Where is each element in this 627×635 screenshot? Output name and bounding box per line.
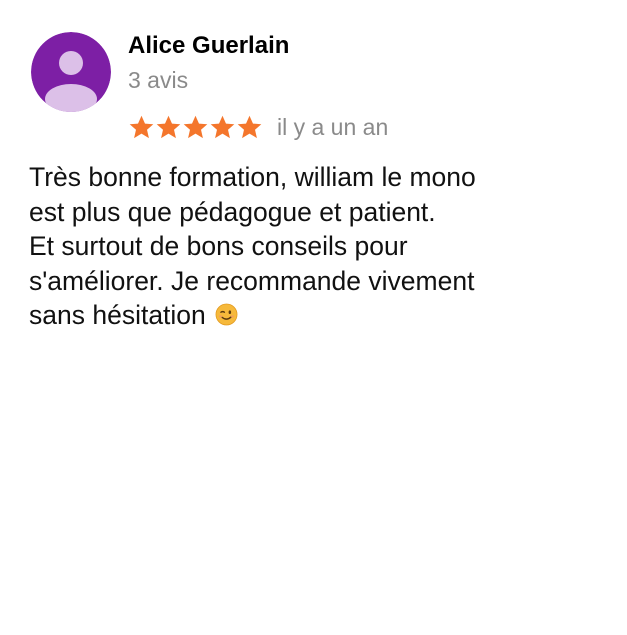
review-card: Alice Guerlain 3 avis il y a un an Très … — [0, 0, 627, 635]
review-text-line: s'améliorer. Je recommande vivement — [29, 265, 475, 296]
author-name[interactable]: Alice Guerlain — [128, 30, 289, 62]
person-icon — [31, 32, 111, 112]
review-count[interactable]: 3 avis — [128, 64, 188, 96]
rating: il y a un an — [128, 112, 388, 142]
avatar[interactable] — [31, 32, 111, 112]
star-icon — [129, 115, 154, 138]
review-text: Très bonne formation, william le mono es… — [29, 160, 609, 333]
winking-face-icon — [215, 303, 238, 326]
review-text-line-last: sans hésitation — [29, 298, 609, 333]
review-text-line: Très bonne formation, william le mono — [29, 162, 476, 192]
review-text-line: Et surtout de bons conseils pour — [29, 231, 408, 261]
star-rating — [128, 112, 263, 142]
star-icon — [156, 115, 181, 138]
star-icon — [210, 115, 235, 138]
star-icon — [237, 115, 262, 138]
review-text-line: sans hésitation — [29, 300, 206, 330]
review-date: il y a un an — [277, 114, 389, 140]
review-text-line: est plus que pédagogue et patient. — [29, 196, 436, 227]
star-icon — [183, 115, 208, 138]
